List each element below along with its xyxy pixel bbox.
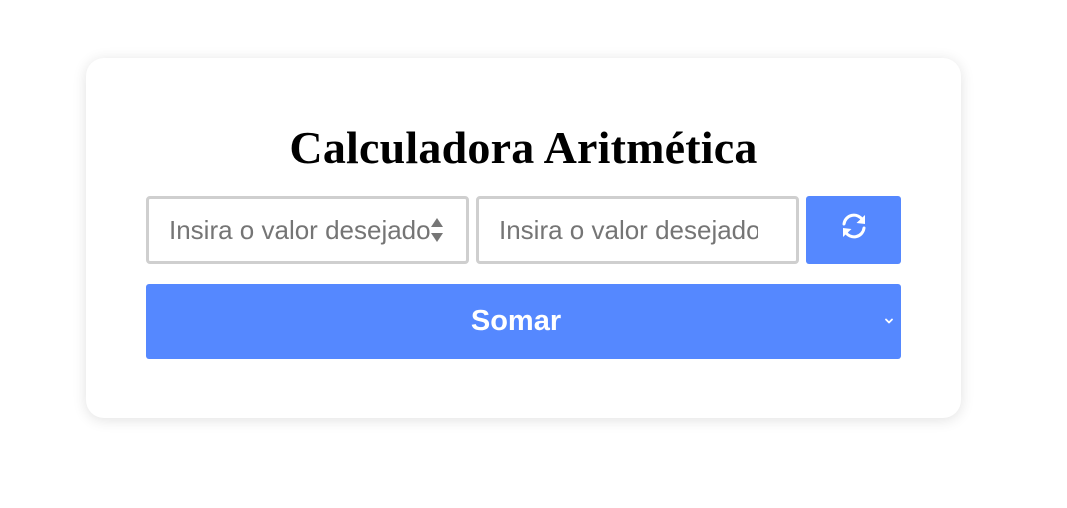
second-number-input[interactable] [479, 199, 796, 261]
first-number-input[interactable] [149, 199, 466, 261]
refresh-button[interactable] [806, 196, 901, 264]
number-spinner-icon[interactable] [430, 216, 444, 246]
operation-select[interactable]: Somar [146, 284, 901, 359]
spin-up-icon[interactable] [431, 218, 443, 227]
first-number-field[interactable] [146, 196, 469, 264]
page-title: Calculadora Aritmética [289, 122, 758, 173]
refresh-icon [842, 213, 865, 239]
spin-down-icon[interactable] [431, 233, 443, 242]
second-number-field[interactable] [476, 196, 799, 264]
operation-selected-label: Somar [470, 305, 562, 337]
input-row [146, 196, 901, 264]
calculator-card: Calculadora Aritmética Somar [86, 58, 961, 418]
chevron-down-icon [885, 318, 893, 324]
